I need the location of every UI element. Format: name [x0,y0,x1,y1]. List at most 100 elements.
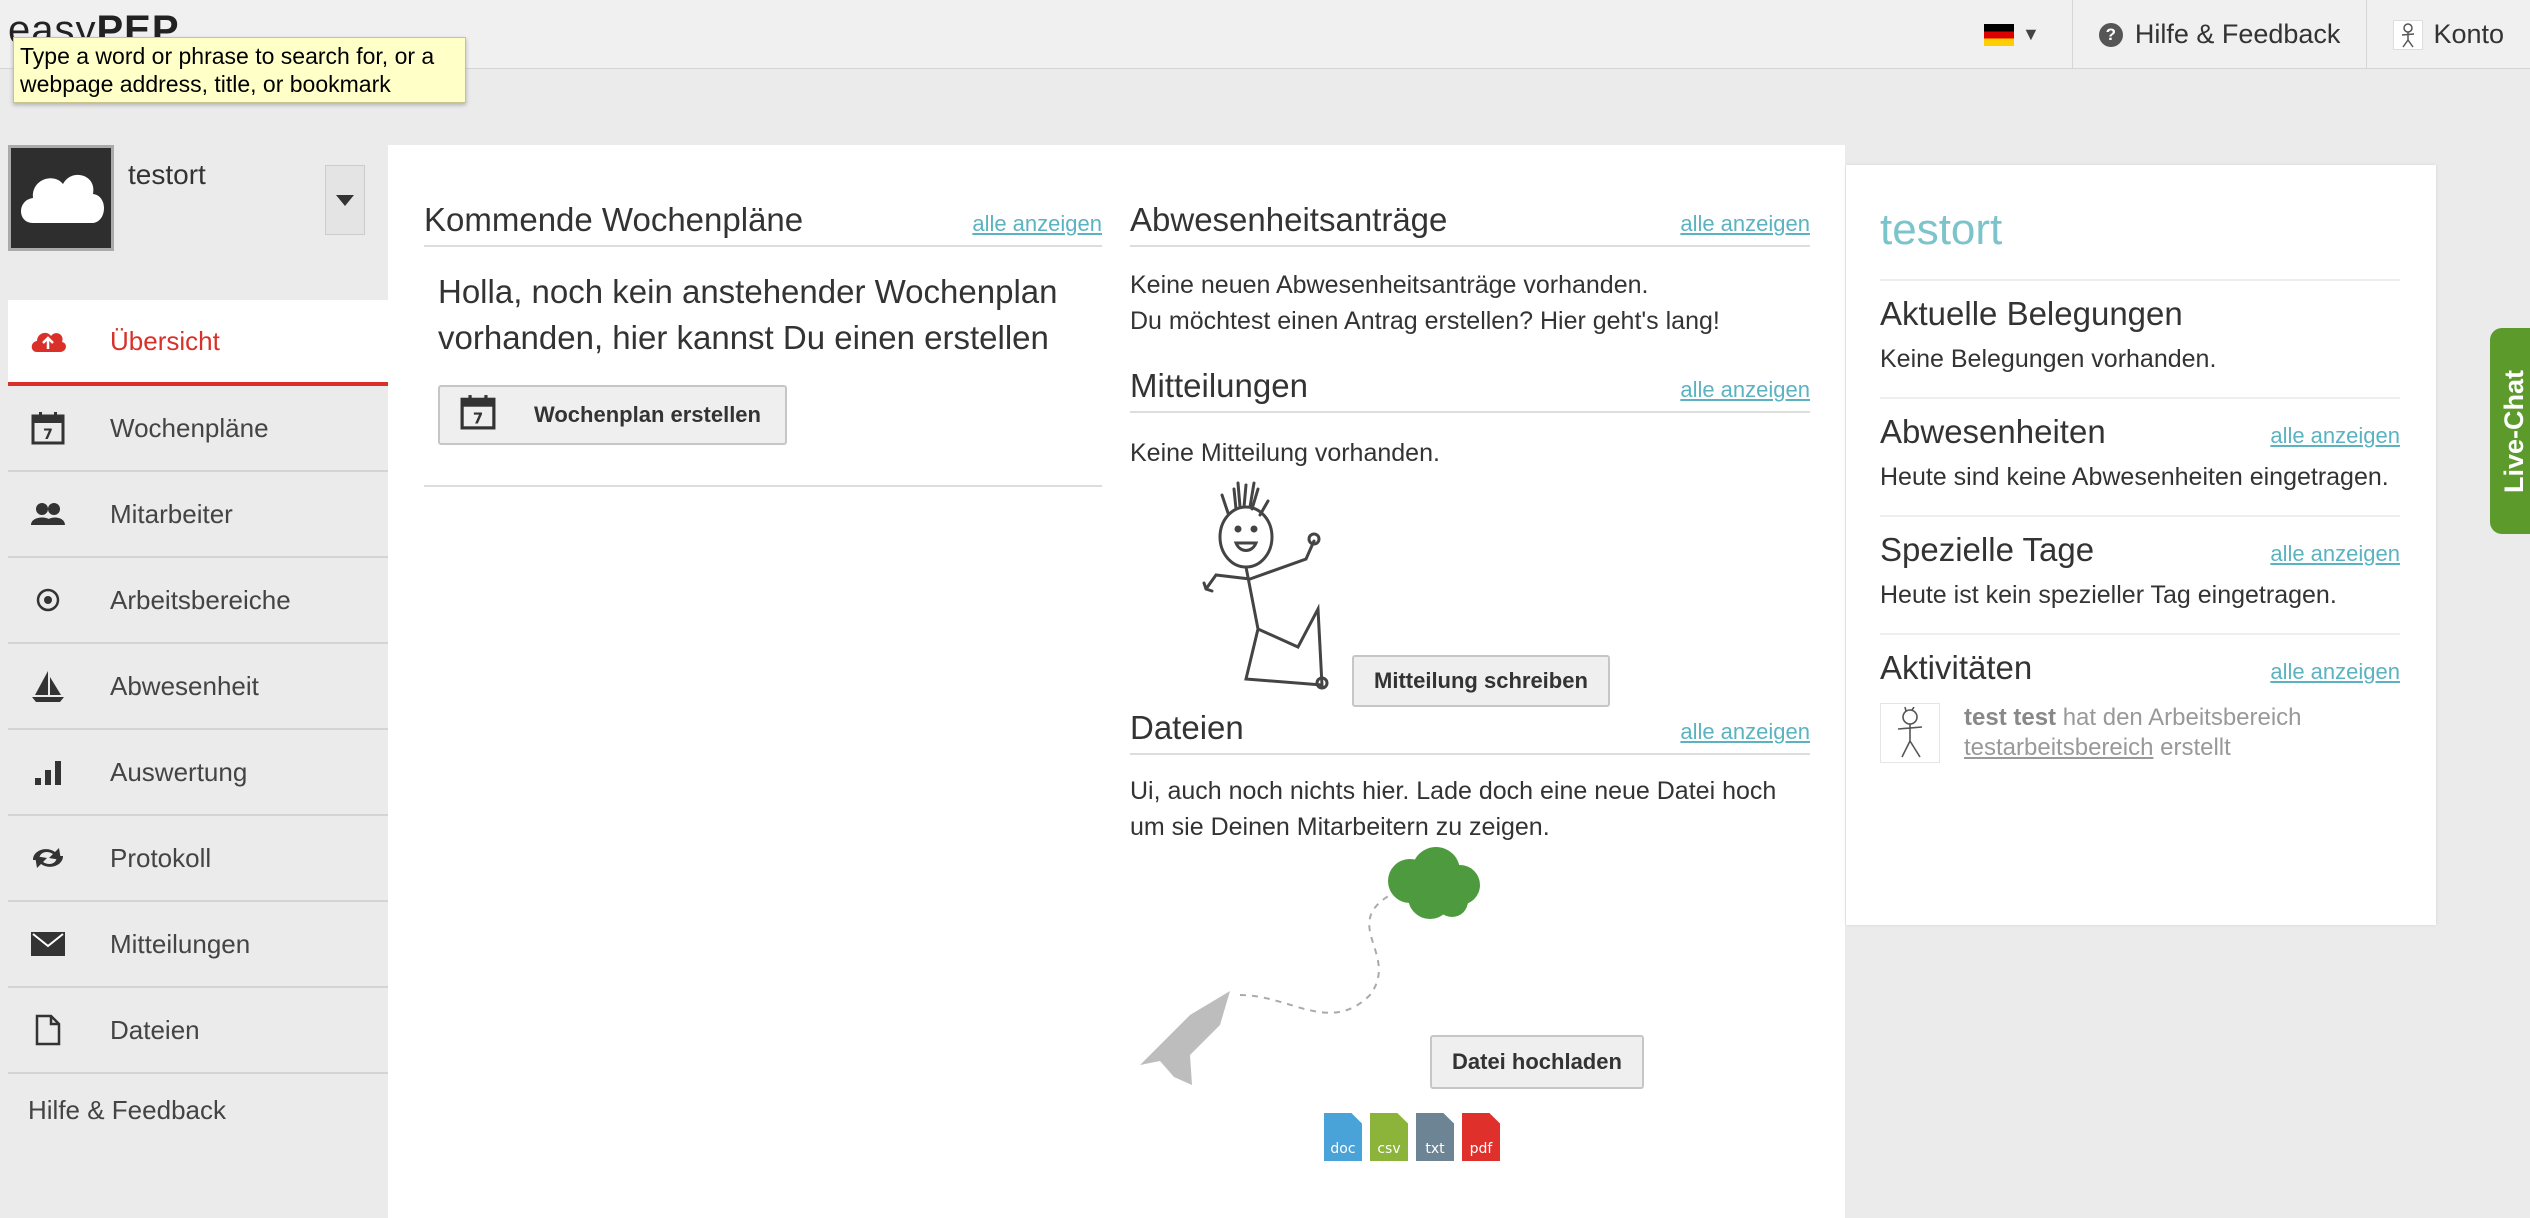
show-all-link[interactable]: alle anzeigen [2270,659,2400,685]
section-title: Abwesenheiten [1880,413,2106,450]
divider [424,485,1102,487]
sidebar-nav: Übersicht 7 Wochenpläne Mitarbeiter Arbe… [8,300,388,1074]
abwesenheiten-text: Heute sind keine Abwesenheiten eingetrag… [1880,463,2389,491]
spezielle-tage-text: Heute ist kein spezieller Tag eingetrage… [1880,581,2337,609]
user-avatar-icon [2393,19,2424,50]
section-header: Spezielle Tage alle anzeigen [1880,531,2400,569]
cloud-icon [21,174,105,224]
sidebar-item-label: Mitteilungen [110,928,251,959]
sidebar-item-label: Dateien [110,1014,200,1045]
stick-figure-image [1202,481,1329,690]
abwesenheitsantraege-header: Abwesenheitsanträge alle anzeigen [1130,201,1810,247]
aktivitaeten-section: Aktivitäten alle anzeigen test test hat … [1880,635,2400,783]
abwesenheiten-section: Abwesenheiten alle anzeigen Heute sind k… [1880,399,2400,517]
question-icon: ? [2098,22,2123,47]
sidebar-item-abwesenheit[interactable]: Abwesenheit [8,644,388,730]
show-all-link[interactable]: alle anzeigen [1680,211,1810,237]
show-all-link[interactable]: alle anzeigen [2270,423,2400,449]
account-menu[interactable]: Konto [2366,0,2530,69]
sidebar-item-arbeitsbereiche[interactable]: Arbeitsbereiche [8,558,388,644]
file-icon [28,1010,68,1050]
sidebar-item-label: Wochenpläne [110,412,269,443]
sidebar-item-uebersicht[interactable]: Übersicht [8,300,388,386]
sailboat-icon [28,666,68,706]
doc-file-icon: doc [1324,1113,1362,1161]
activity-user[interactable]: test test [1964,704,2056,731]
live-chat-label: Live-Chat [2499,369,2530,493]
dateien-text: Ui, auch noch nichts hier. Lade doch ein… [1130,777,1777,841]
abwesenheitsantraege-text: Keine neuen Abwesenheitsanträge vorhande… [1130,267,1810,339]
section-header: Aktuelle Belegungen [1880,295,2400,333]
sidebar-item-mitarbeiter[interactable]: Mitarbeiter [8,472,388,558]
section-header: Kommende Wochenpläne alle anzeigen [424,201,1102,247]
show-all-link[interactable]: alle anzeigen [1680,377,1810,403]
location-sidebar: testort Aktuelle Belegungen Keine Belegu… [1846,165,2436,925]
dashboard-main: Kommende Wochenpläne alle anzeigen Holla… [388,145,1845,1218]
sidebar-item-wochenplaene[interactable]: 7 Wochenpläne [8,386,388,472]
txt-file-icon: txt [1416,1113,1454,1161]
sidebar-item-label: Protokoll [110,842,212,873]
activity-user-avatar [1880,703,1940,763]
refresh-arrows-icon [28,838,68,878]
pdf-file-icon: pdf [1462,1113,1500,1161]
wochenplaene-section: Kommende Wochenpläne alle anzeigen Holla… [424,201,1102,487]
svg-text:7: 7 [43,427,53,443]
sidebar-item-label: Auswertung [110,756,248,787]
help-feedback-link[interactable]: ? Hilfe & Feedback [2071,0,2367,69]
sidebar-item-auswertung[interactable]: Auswertung [8,730,388,816]
help-feedback-label: Hilfe & Feedback [2134,19,2341,49]
sidebar-item-mitteilungen[interactable]: Mitteilungen [8,902,388,988]
mitteilungen-text: Keine Mitteilung vorhanden. [1130,439,1440,467]
section-title: Aktuelle Belegungen [1880,295,2183,332]
envelope-icon [28,924,68,964]
bar-chart-icon [28,752,68,792]
show-all-link[interactable]: alle anzeigen [2270,541,2400,567]
section-title: Spezielle Tage [1880,531,2095,568]
location-avatar[interactable] [8,145,114,251]
activity-text: test test hat den Arbeitsbereich testarb… [1964,703,2302,763]
activity-action: hat den Arbeitsbereich [2062,704,2302,731]
dateien-header: Dateien alle anzeigen [1130,709,1810,755]
section-title: Mitteilungen [1130,367,1308,404]
spezielle-tage-section: Spezielle Tage alle anzeigen Heute ist k… [1880,517,2400,635]
calendar-icon: 7 [28,408,68,448]
activity-target-link[interactable]: testarbeitsbereich [1964,734,2153,761]
language-selector[interactable]: ▼ [1984,0,2072,69]
empty-message: Holla, noch kein anstehender Wochenplan … [438,273,1058,356]
section-title: Dateien [1130,709,1244,746]
belegungen-text: Keine Belegungen vorhanden. [1880,345,2217,373]
top-right-menu: ▼ ? Hilfe & Feedback Konto [1984,0,2530,69]
upload-file-button[interactable]: Datei hochladen [1430,1035,1644,1089]
section-header: Abwesenheiten alle anzeigen [1880,413,2400,451]
sidebar-item-protokoll[interactable]: Protokoll [8,816,388,902]
chevron-down-icon: ▼ [2022,24,2040,44]
sidebar-item-label: Abwesenheit [110,670,259,701]
sidebar-help-link[interactable]: Hilfe & Feedback [28,1095,226,1126]
cloud-upload-icon [28,321,68,361]
button-label: Wochenplan erstellen [534,402,761,427]
sidebar-item-dateien[interactable]: Dateien [8,988,388,1074]
sidebar-item-label: Arbeitsbereiche [110,584,291,615]
caret-down-icon [336,194,354,206]
stick-figure-illustration: Mitteilung schreiben [1130,479,1810,709]
location-sidebar-content: testort Aktuelle Belegungen Keine Belegu… [1880,205,2400,783]
users-icon [28,494,68,534]
german-flag-icon [1984,23,2014,46]
sidebar-item-label: Übersicht [110,325,220,356]
section-header: Aktivitäten alle anzeigen [1880,649,2400,687]
location-name: testort [128,159,206,190]
create-wochenplan-button[interactable]: 7 Wochenplan erstellen [438,385,787,445]
section-title: Abwesenheitsanträge [1130,201,1448,238]
belegungen-section: Aktuelle Belegungen Keine Belegungen vor… [1880,281,2400,399]
section-title: Kommende Wochenpläne [424,201,804,238]
svg-text:7: 7 [473,411,483,428]
center-column: Abwesenheitsanträge alle anzeigen Keine … [1130,201,1810,1175]
abwesenheitsantraege-line2[interactable]: Du möchtest einen Antrag erstellen? Hier… [1130,303,1810,339]
location-dropdown-button[interactable] [325,165,365,235]
write-message-button[interactable]: Mitteilung schreiben [1352,655,1610,707]
location-title: testort [1880,205,2400,281]
live-chat-tab[interactable]: Live-Chat [2490,328,2530,534]
section-title: Aktivitäten [1880,649,2033,686]
show-all-link[interactable]: alle anzeigen [1680,719,1810,745]
show-all-link[interactable]: alle anzeigen [972,211,1102,237]
